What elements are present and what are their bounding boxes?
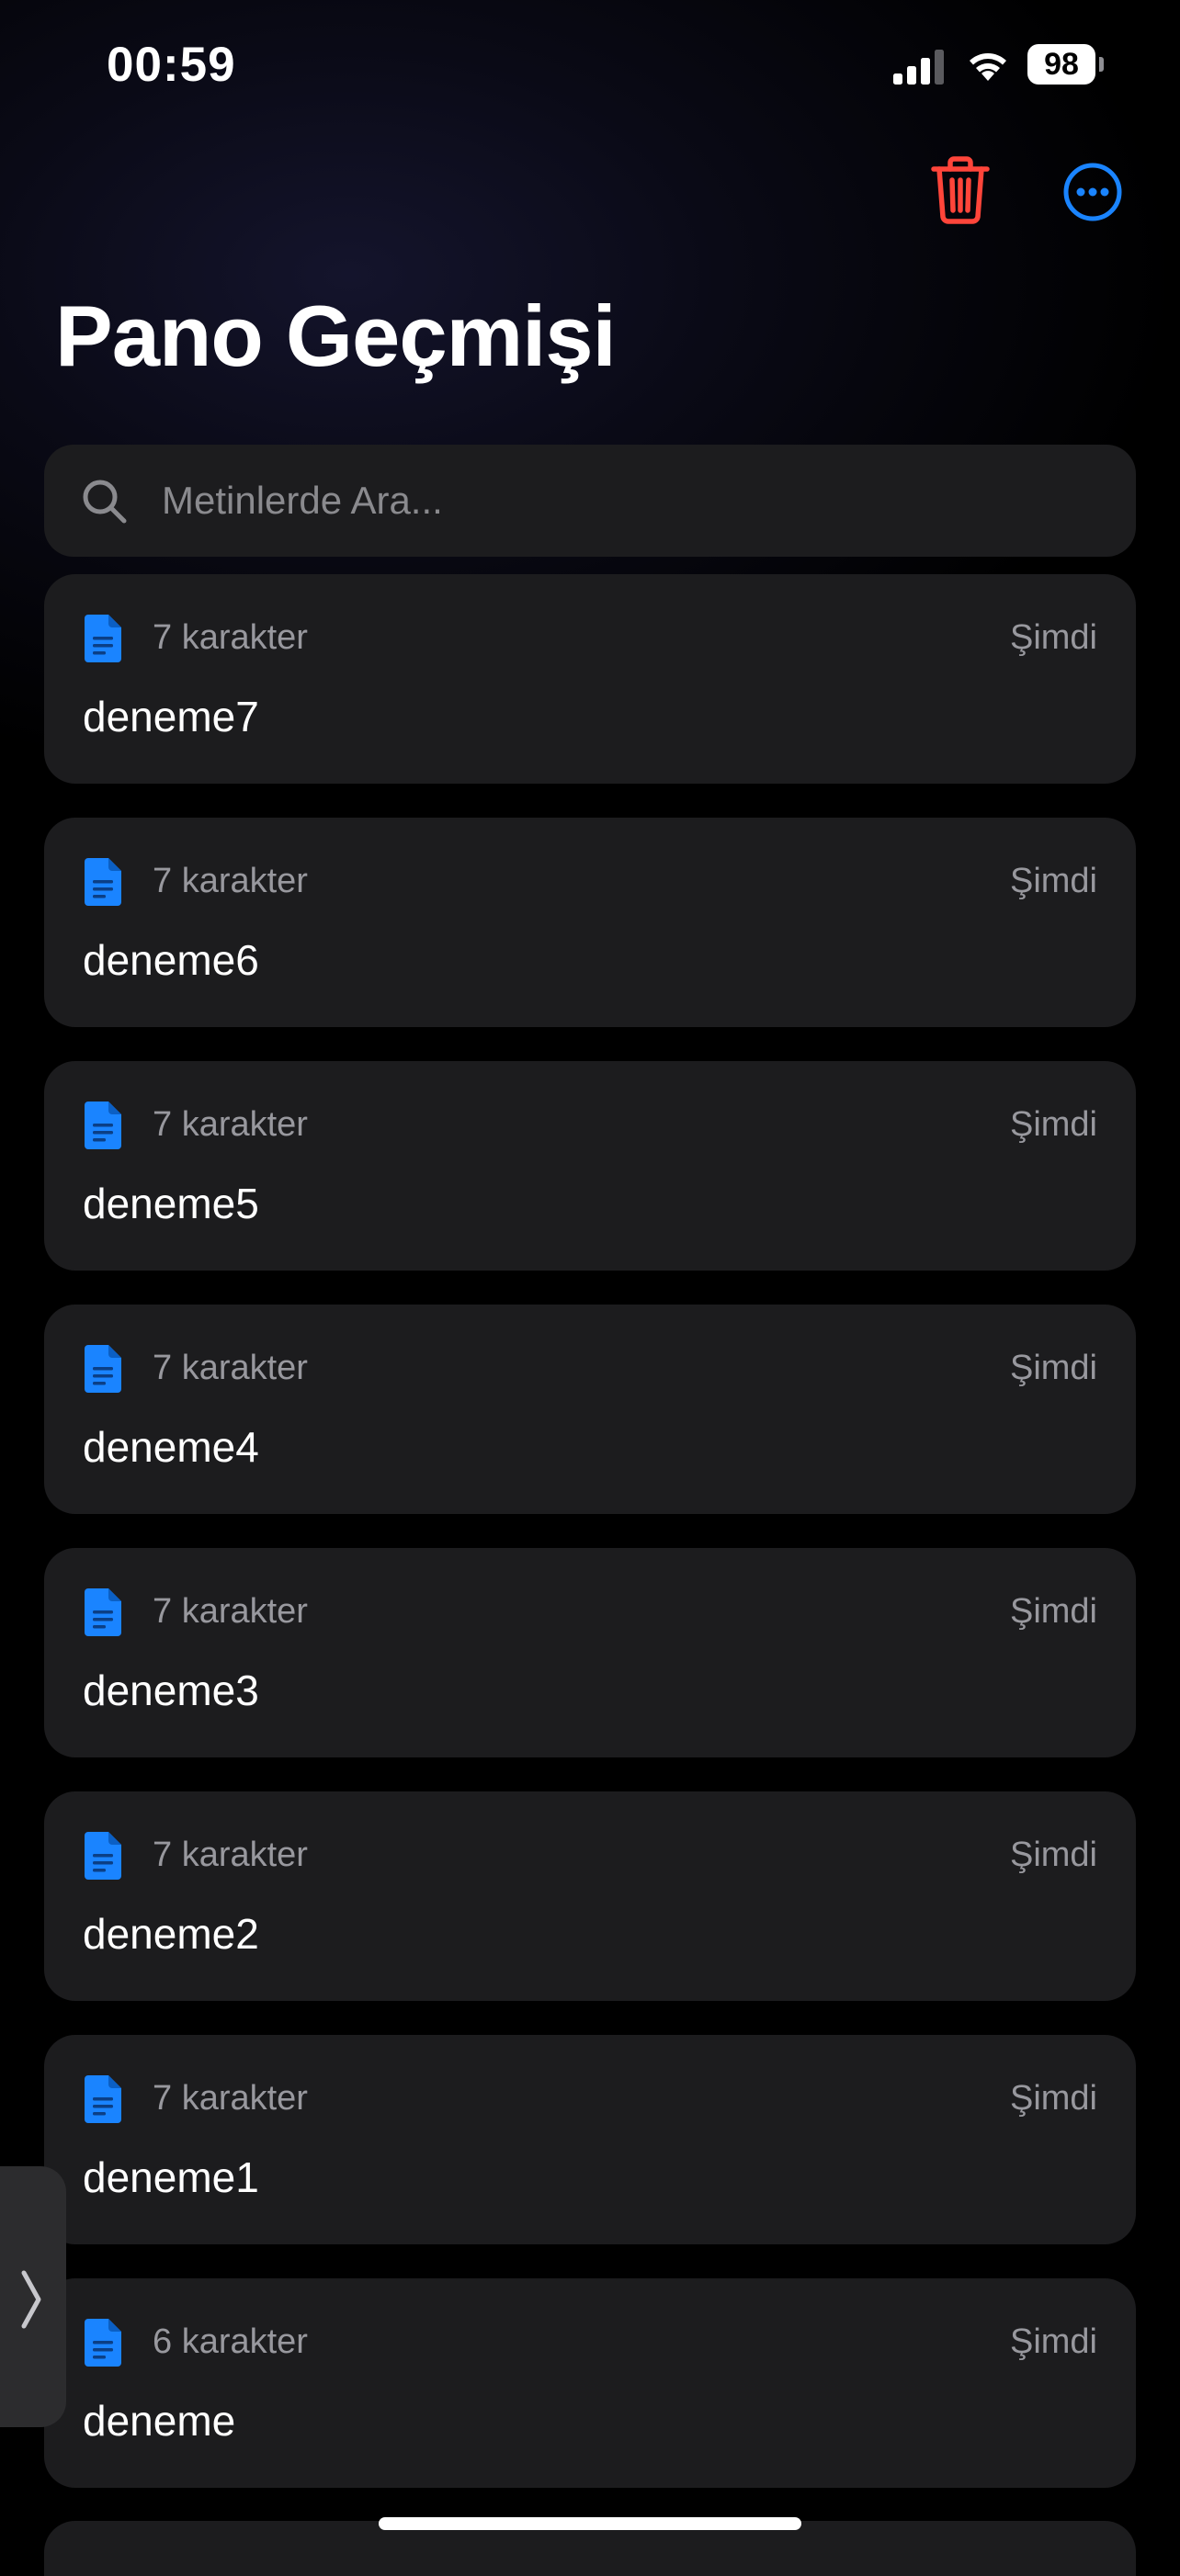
clip-char-count: 6 karakter: [153, 2322, 308, 2361]
clip-text: deneme2: [83, 1910, 259, 1958]
status-bar: 00:59 98: [0, 0, 1180, 138]
clip-text: deneme5: [83, 1180, 259, 1227]
clip-text: deneme: [83, 2397, 236, 2445]
document-icon: [85, 858, 121, 906]
document-icon: [85, 2319, 121, 2367]
document-icon: [85, 1832, 121, 1880]
clip-text: deneme1: [83, 2153, 259, 2201]
clip-char-count: 7 karakter: [153, 618, 308, 657]
clip-time: Şimdi: [1009, 862, 1097, 900]
home-indicator[interactable]: [379, 2517, 801, 2530]
clip-item[interactable]: 7 karakter Şimdi deneme6: [44, 818, 1136, 1027]
clip-char-count: 7 karakter: [153, 1836, 308, 1874]
document-icon: [85, 615, 121, 662]
wifi-icon: [970, 53, 1006, 81]
ellipsis-circle-icon: [1063, 163, 1122, 221]
search-bar[interactable]: [44, 445, 1136, 557]
clip-item[interactable]: 7 karakter Şimdi deneme1: [44, 2035, 1136, 2244]
document-icon: [85, 2075, 121, 2123]
clip-text: deneme7: [83, 693, 259, 740]
clip-item[interactable]: 7 karakter Şimdi deneme3: [44, 1548, 1136, 1757]
status-time: 00:59: [107, 38, 236, 92]
more-options-button[interactable]: [1062, 162, 1123, 222]
clip-time: Şimdi: [1009, 2322, 1097, 2361]
cellular-signal-icon: [893, 50, 944, 85]
trash-icon: [931, 156, 990, 224]
search-input[interactable]: [162, 445, 1108, 557]
document-icon: [85, 1102, 121, 1149]
clip-char-count: 7 karakter: [153, 1105, 308, 1144]
clip-time: Şimdi: [1009, 618, 1097, 657]
clip-item[interactable]: 7 karakter Şimdi deneme5: [44, 1061, 1136, 1271]
clip-char-count: 7 karakter: [153, 862, 308, 900]
clip-list: 7 karakter Şimdi deneme7 7 karakter Şimd…: [44, 574, 1136, 2522]
document-icon: [85, 1588, 121, 1636]
clip-char-count: 7 karakter: [153, 1592, 308, 1631]
clip-item[interactable]: 6 karakter Şimdi deneme: [44, 2278, 1136, 2488]
clip-time: Şimdi: [1009, 1105, 1097, 1144]
side-panel-handle[interactable]: [0, 2166, 66, 2427]
clip-text: deneme3: [83, 1666, 259, 1714]
clip-item[interactable]: 7 karakter Şimdi deneme4: [44, 1305, 1136, 1514]
clip-time: Şimdi: [1009, 2079, 1097, 2118]
clip-time: Şimdi: [1009, 1349, 1097, 1387]
clip-time: Şimdi: [1009, 1592, 1097, 1631]
clip-text: deneme6: [83, 936, 259, 984]
battery-tip: [1099, 57, 1104, 72]
battery-level: 98: [1027, 44, 1095, 85]
clip-char-count: 7 karakter: [153, 1349, 308, 1387]
document-icon: [85, 1345, 121, 1393]
chevron-right-icon: [21, 2270, 41, 2329]
clear-history-button[interactable]: [926, 154, 994, 226]
clip-item[interactable]: 7 karakter Şimdi deneme7: [44, 574, 1136, 784]
page-title: Pano Geçmişi: [55, 288, 617, 384]
clip-time: Şimdi: [1009, 1836, 1097, 1874]
clip-char-count: 7 karakter: [153, 2079, 308, 2118]
clip-text: deneme4: [83, 1423, 259, 1471]
battery-indicator: 98: [1027, 44, 1105, 85]
search-icon: [83, 480, 127, 524]
clip-item[interactable]: 7 karakter Şimdi deneme2: [44, 1791, 1136, 2001]
